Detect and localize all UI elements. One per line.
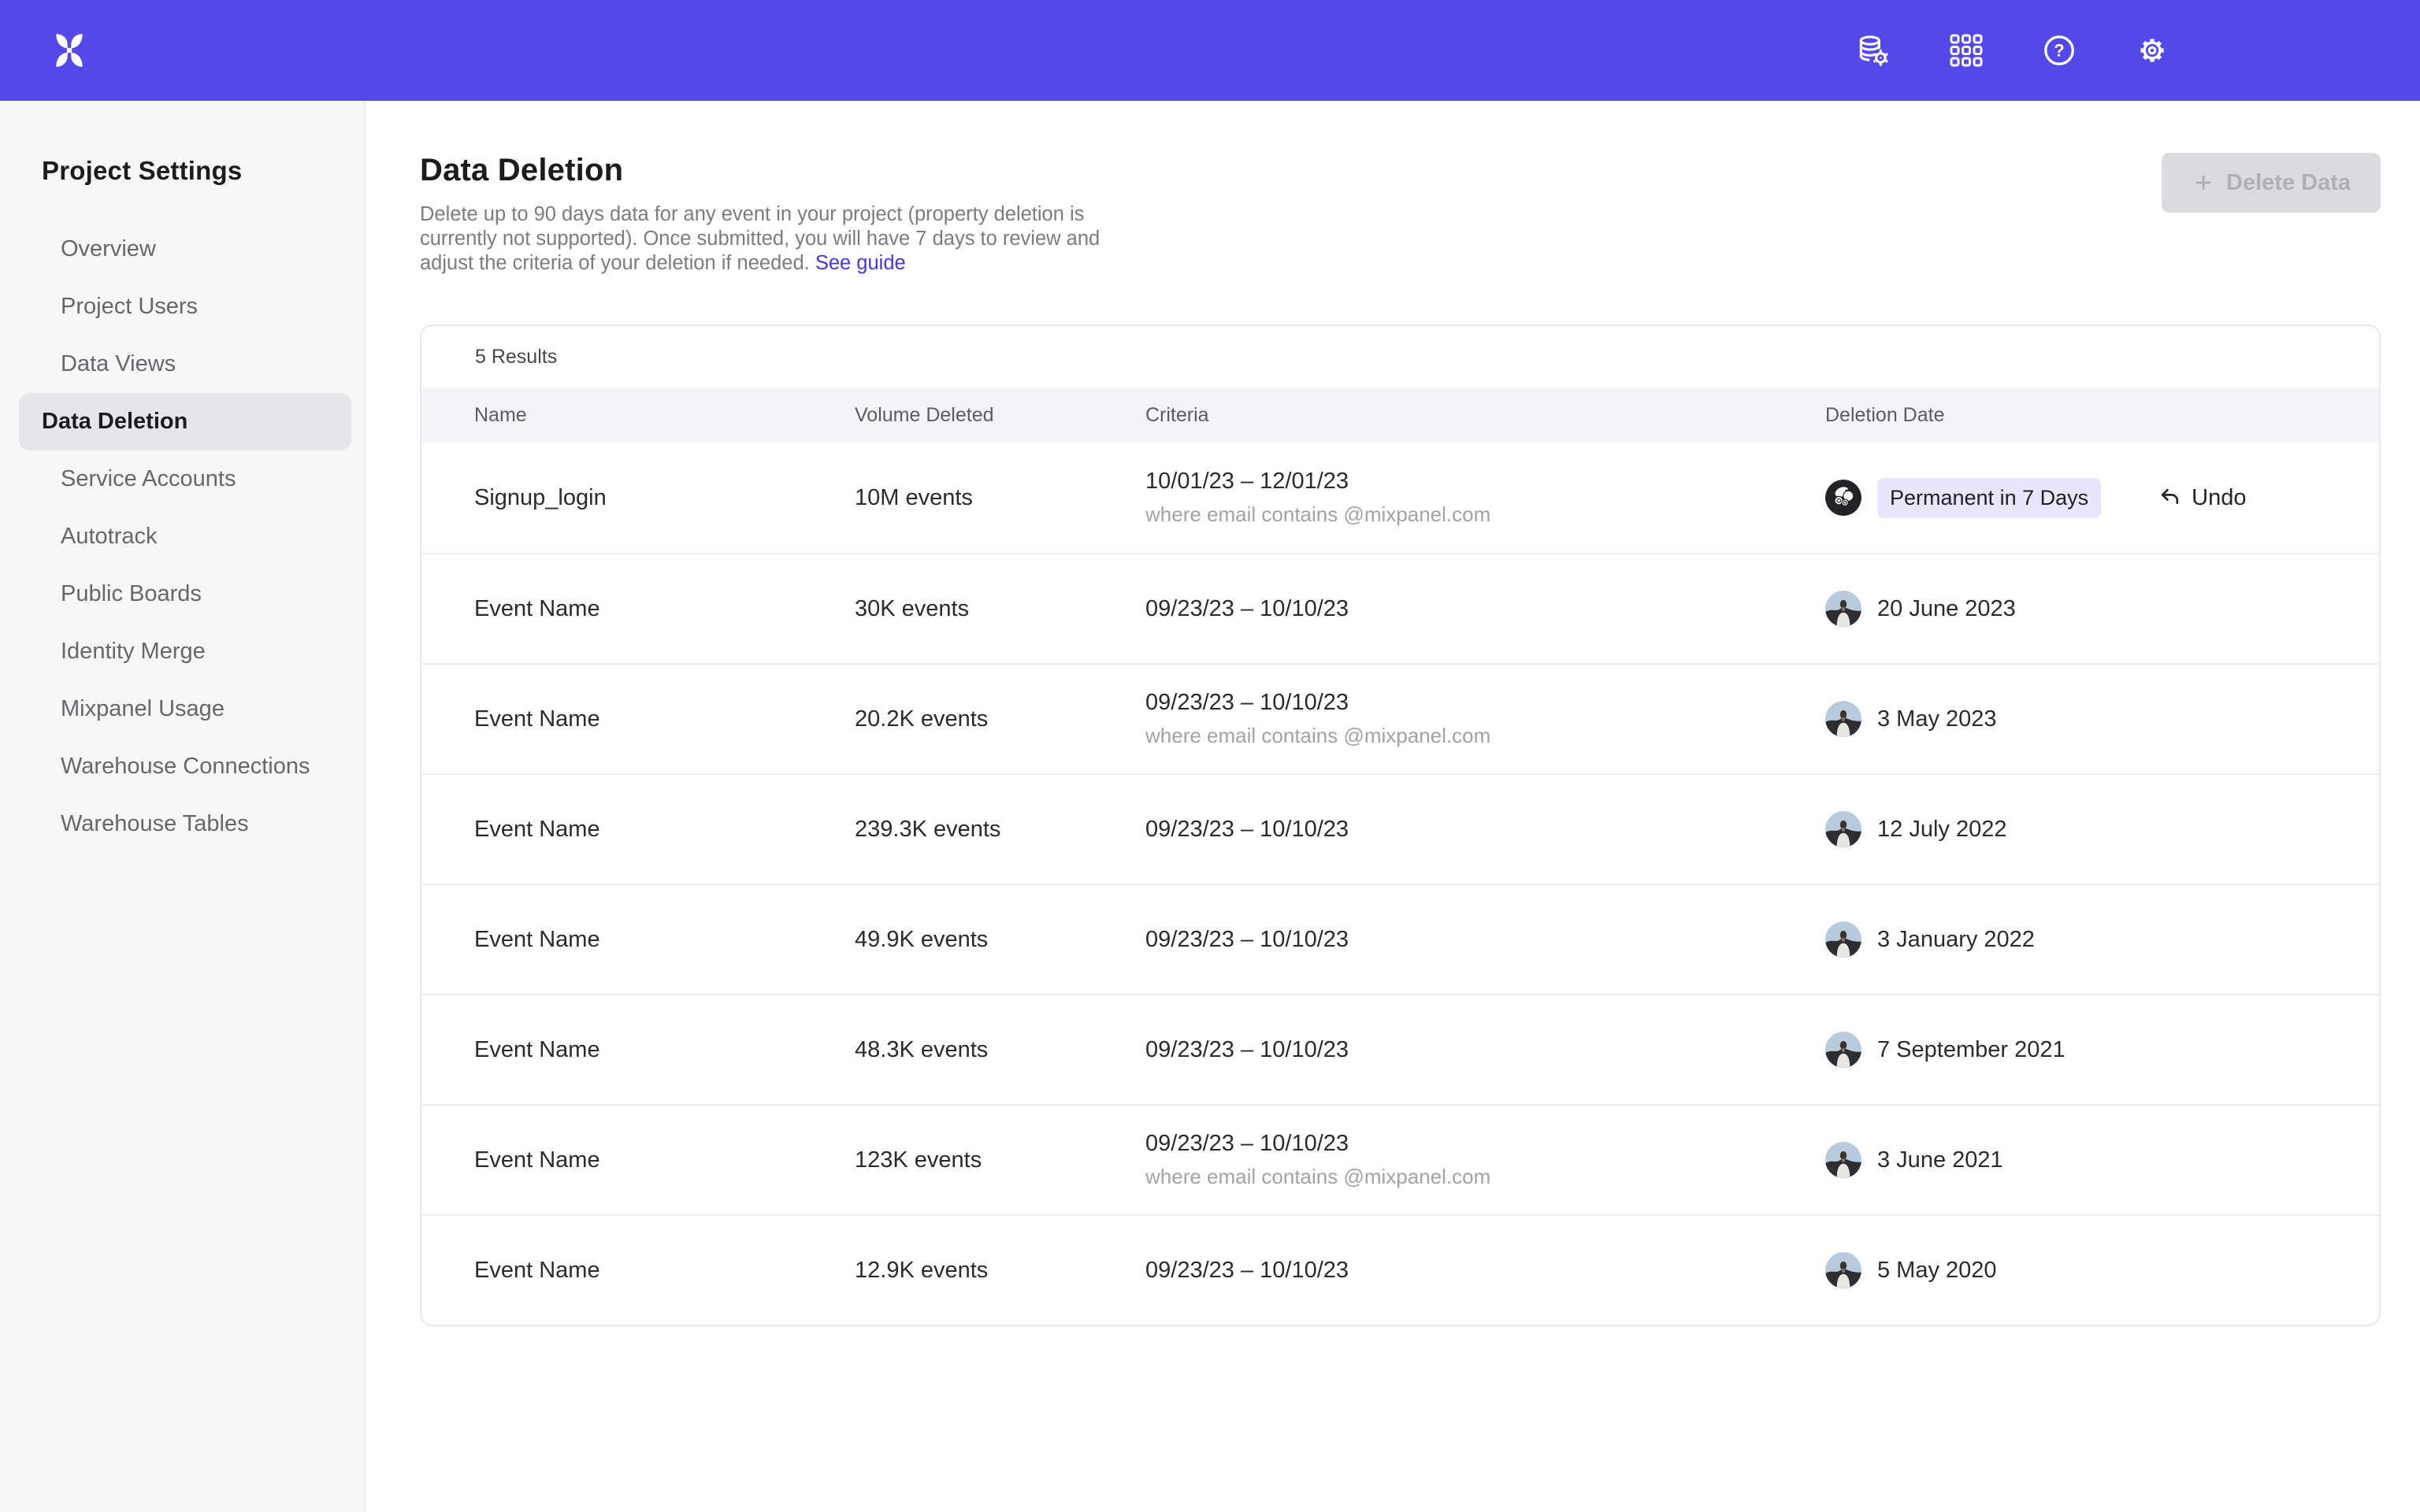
column-header-volume-deleted: Volume Deleted bbox=[855, 404, 1145, 427]
apps-grid-icon[interactable] bbox=[1947, 32, 1985, 69]
deletion-date: 3 May 2023 bbox=[1877, 706, 1997, 732]
main-content: Data Deletion Delete up to 90 days data … bbox=[366, 101, 2420, 1512]
avatar bbox=[1825, 591, 1861, 627]
avatar bbox=[1825, 480, 1861, 516]
sidebar-item-project-users[interactable]: Project Users bbox=[19, 278, 351, 335]
deletion-date: 3 June 2021 bbox=[1877, 1147, 2003, 1173]
page-description: Delete up to 90 days data for any event … bbox=[420, 202, 1113, 276]
mixpanel-logo-icon[interactable] bbox=[49, 30, 90, 71]
sidebar-item-warehouse-connections[interactable]: Warehouse Connections bbox=[19, 738, 351, 795]
avatar bbox=[1825, 1032, 1861, 1068]
avatar bbox=[1825, 701, 1861, 737]
data-management-icon[interactable] bbox=[1854, 32, 1892, 69]
sidebar-heading: Project Settings bbox=[0, 101, 364, 186]
undo-button[interactable]: Undo bbox=[2158, 485, 2246, 511]
sidebar-item-service-accounts[interactable]: Service Accounts bbox=[19, 450, 351, 508]
deletion-results-card: 5 Results Name Volume Deleted Criteria D… bbox=[420, 324, 2381, 1326]
avatar bbox=[1825, 1252, 1861, 1288]
sidebar-nav-list: Overview Project Users Data Views Data D… bbox=[0, 220, 364, 853]
table-row: Event Name 12.9K events 09/23/23 – 10/10… bbox=[421, 1214, 2379, 1325]
table-row: Signup_login 10M events 10/01/23 – 12/01… bbox=[421, 443, 2379, 553]
table-row: Event Name 48.3K events 09/23/23 – 10/10… bbox=[421, 994, 2379, 1104]
table-row: Event Name 49.9K events 09/23/23 – 10/10… bbox=[421, 884, 2379, 994]
deletion-date: 12 July 2022 bbox=[1877, 817, 2006, 843]
delete-data-button[interactable]: Delete Data bbox=[2162, 153, 2381, 213]
see-guide-link[interactable]: See guide bbox=[815, 252, 906, 274]
sidebar-item-data-deletion[interactable]: Data Deletion bbox=[19, 393, 351, 450]
sidebar-item-autotrack[interactable]: Autotrack bbox=[19, 508, 351, 565]
top-navigation-bar: ? bbox=[0, 0, 2420, 101]
table-row: Event Name 20.2K events 09/23/23 – 10/10… bbox=[421, 663, 2379, 773]
table-header-row: Name Volume Deleted Criteria Deletion Da… bbox=[421, 387, 2379, 443]
svg-text:?: ? bbox=[2054, 40, 2064, 60]
avatar bbox=[1825, 811, 1861, 847]
table-row: Event Name 123K events 09/23/23 – 10/10/… bbox=[421, 1104, 2379, 1214]
avatar bbox=[1825, 1142, 1861, 1178]
column-header-name: Name bbox=[474, 404, 855, 427]
sidebar-item-warehouse-tables[interactable]: Warehouse Tables bbox=[19, 795, 351, 853]
sidebar-item-overview[interactable]: Overview bbox=[19, 220, 351, 278]
plus-icon bbox=[2192, 171, 2215, 195]
settings-icon[interactable] bbox=[2133, 32, 2171, 69]
table-row: Event Name 239.3K events 09/23/23 – 10/1… bbox=[421, 773, 2379, 884]
sidebar-item-data-views[interactable]: Data Views bbox=[19, 335, 351, 393]
column-header-deletion-date: Deletion Date bbox=[1825, 404, 2379, 427]
column-header-criteria: Criteria bbox=[1145, 404, 1825, 427]
sidebar-item-identity-merge[interactable]: Identity Merge bbox=[19, 623, 351, 680]
deletion-date: 7 September 2021 bbox=[1877, 1037, 2066, 1063]
page-title: Data Deletion bbox=[420, 153, 1113, 188]
status-badge: Permanent in 7 Days bbox=[1877, 478, 2101, 518]
sidebar-item-public-boards[interactable]: Public Boards bbox=[19, 565, 351, 623]
deletion-date: 5 May 2020 bbox=[1877, 1258, 1997, 1284]
undo-icon bbox=[2158, 486, 2182, 510]
project-settings-sidebar: Project Settings Overview Project Users … bbox=[0, 101, 366, 1512]
help-icon[interactable]: ? bbox=[2040, 32, 2078, 69]
deletion-date: 20 June 2023 bbox=[1877, 596, 2016, 622]
deletion-date: 3 January 2022 bbox=[1877, 927, 2035, 953]
table-row: Event Name 30K events 09/23/23 – 10/10/2… bbox=[421, 553, 2379, 663]
topbar-icon-group: ? bbox=[1854, 32, 2420, 69]
sidebar-item-mixpanel-usage[interactable]: Mixpanel Usage bbox=[19, 680, 351, 738]
results-count: 5 Results bbox=[421, 326, 2379, 387]
avatar bbox=[1825, 921, 1861, 958]
